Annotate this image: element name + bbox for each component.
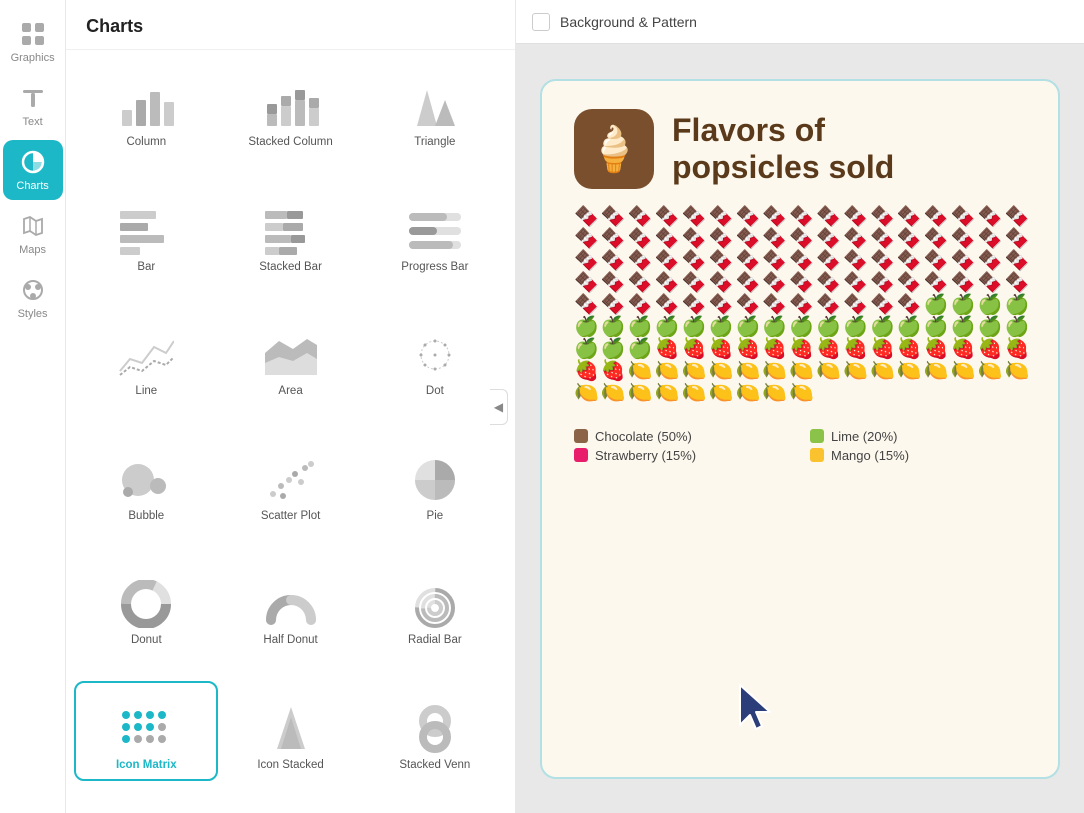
area-thumb [263, 331, 319, 379]
half-donut-label: Half Donut [263, 634, 317, 646]
legend-label-mango: Mango (15%) [831, 448, 909, 463]
chart-item-stacked-venn[interactable]: Stacked Venn [363, 681, 507, 781]
chart-item-triangle[interactable]: Triangle [363, 58, 507, 158]
scatter-plot-label: Scatter Plot [261, 510, 320, 522]
chart-item-stacked-bar[interactable]: Stacked Bar [218, 183, 362, 283]
triangle-thumb [407, 82, 463, 130]
legend-item-strawberry: Strawberry (15%) [574, 448, 790, 463]
sidebar-item-graphics[interactable]: Graphics [3, 12, 63, 72]
icon-stacked-thumb [263, 705, 319, 753]
popsicle-icon: 🍦 [574, 109, 654, 189]
bg-pattern-checkbox[interactable] [532, 13, 550, 31]
bubble-thumb [118, 456, 174, 504]
stacked-bar-thumb [263, 207, 319, 255]
legend-label-chocolate: Chocolate (50%) [595, 429, 692, 444]
bar-label: Bar [137, 261, 155, 273]
legend-item-mango: Mango (15%) [810, 448, 1026, 463]
stacked-column-thumb [263, 82, 319, 130]
chart-item-area[interactable]: Area [218, 307, 362, 407]
pie-label: Pie [427, 510, 444, 522]
grid-icon [19, 20, 47, 48]
sidebar-item-maps[interactable]: Maps [3, 204, 63, 264]
legend-item-chocolate: Chocolate (50%) [574, 429, 790, 444]
canvas-area: Background & Pattern 🍦 Flavors ofpopsicl… [516, 0, 1084, 813]
pie-thumb [407, 456, 463, 504]
chart-item-pie[interactable]: Pie [363, 432, 507, 532]
legend-label-strawberry: Strawberry (15%) [595, 448, 696, 463]
area-label: Area [278, 385, 302, 397]
cursor [736, 681, 776, 733]
card-title: Flavors ofpopsicles sold [672, 112, 894, 186]
legend-dot-lime [810, 429, 824, 443]
infographic-card: 🍦 Flavors ofpopsicles sold 🍫🍫🍫🍫🍫🍫🍫🍫🍫🍫🍫🍫🍫… [540, 79, 1060, 779]
stacked-venn-label: Stacked Venn [399, 759, 470, 771]
panel-title: Charts [66, 0, 515, 50]
donut-thumb [118, 580, 174, 628]
canvas-content: 🍦 Flavors ofpopsicles sold 🍫🍫🍫🍫🍫🍫🍫🍫🍫🍫🍫🍫🍫… [516, 44, 1084, 813]
line-thumb [118, 331, 174, 379]
progress-bar-label: Progress Bar [401, 261, 468, 273]
popsicle-matrix: 🍫🍫🍫🍫🍫🍫🍫🍫🍫🍫🍫🍫🍫🍫🍫🍫🍫 🍫🍫🍫🍫🍫🍫🍫🍫🍫🍫🍫🍫🍫🍫🍫🍫🍫 🍫🍫🍫🍫… [574, 207, 1026, 403]
styles-icon [19, 276, 47, 304]
panel-collapse-button[interactable]: ◀ [490, 389, 508, 425]
charts-grid: Column Stacked Column [66, 50, 515, 813]
charts-icon [19, 148, 47, 176]
chart-item-line[interactable]: Line [74, 307, 218, 407]
toolbar-charts-label: Charts [16, 180, 48, 192]
column-thumb [118, 82, 174, 130]
chart-item-half-donut[interactable]: Half Donut [218, 556, 362, 656]
chart-item-radial-bar[interactable]: Radial Bar [363, 556, 507, 656]
chart-item-bar[interactable]: Bar [74, 183, 218, 283]
legend-label-lime: Lime (20%) [831, 429, 897, 444]
line-label: Line [135, 385, 157, 397]
bg-pattern-label: Background & Pattern [560, 14, 697, 30]
dot-label: Dot [426, 385, 444, 397]
bar-thumb [118, 207, 174, 255]
chart-item-icon-matrix[interactable]: Icon Matrix [74, 681, 218, 781]
bubble-label: Bubble [128, 510, 164, 522]
toolbar-maps-label: Maps [19, 244, 46, 256]
donut-label: Donut [131, 634, 162, 646]
chart-item-stacked-column[interactable]: Stacked Column [218, 58, 362, 158]
chart-item-bubble[interactable]: Bubble [74, 432, 218, 532]
stacked-bar-label: Stacked Bar [259, 261, 322, 273]
chart-item-donut[interactable]: Donut [74, 556, 218, 656]
scatter-plot-thumb [263, 456, 319, 504]
half-donut-thumb [263, 580, 319, 628]
sidebar-item-charts[interactable]: Charts [3, 140, 63, 200]
stacked-column-label: Stacked Column [248, 136, 332, 148]
chart-item-dot[interactable]: Dot [363, 307, 507, 407]
toolbar-styles-label: Styles [18, 308, 48, 320]
icon-matrix-label: Icon Matrix [116, 759, 177, 771]
legend-dot-strawberry [574, 448, 588, 462]
sidebar-item-text[interactable]: Text [3, 76, 63, 136]
dot-thumb [407, 331, 463, 379]
toolbar-text-label: Text [22, 116, 42, 128]
text-icon [19, 84, 47, 112]
column-label: Column [126, 136, 166, 148]
progress-bar-thumb [407, 207, 463, 255]
chart-item-column[interactable]: Column [74, 58, 218, 158]
chart-item-icon-stacked[interactable]: Icon Stacked [218, 681, 362, 781]
chart-item-progress-bar[interactable]: Progress Bar [363, 183, 507, 283]
icon-matrix-thumb [118, 705, 174, 753]
legend-dot-chocolate [574, 429, 588, 443]
legend-item-lime: Lime (20%) [810, 429, 1026, 444]
toolbar-graphics-label: Graphics [11, 52, 55, 64]
card-header: 🍦 Flavors ofpopsicles sold [574, 109, 1026, 189]
icon-stacked-label: Icon Stacked [257, 759, 323, 771]
stacked-venn-thumb [407, 705, 463, 753]
top-bar: Background & Pattern [516, 0, 1084, 44]
chart-item-scatter-plot[interactable]: Scatter Plot [218, 432, 362, 532]
radial-bar-thumb [407, 580, 463, 628]
triangle-label: Triangle [414, 136, 455, 148]
sidebar-item-styles[interactable]: Styles [3, 268, 63, 328]
radial-bar-label: Radial Bar [408, 634, 462, 646]
charts-panel: Charts Column [66, 0, 516, 813]
legend-dot-mango [810, 448, 824, 462]
left-toolbar: Graphics Text Charts Maps [0, 0, 66, 813]
maps-icon [19, 212, 47, 240]
chart-legend: Chocolate (50%) Lime (20%) Strawberry (1… [574, 429, 1026, 463]
